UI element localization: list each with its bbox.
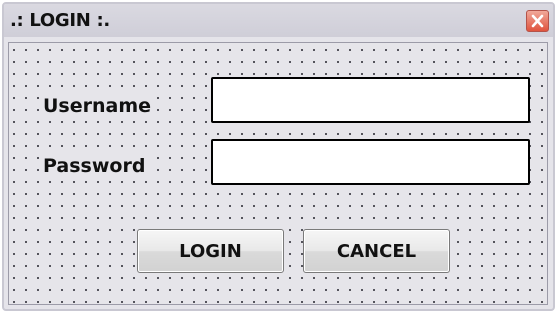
login-button[interactable]: LOGIN (137, 229, 284, 273)
cancel-button[interactable]: CANCEL (303, 229, 450, 273)
close-icon (531, 14, 544, 28)
username-input[interactable] (211, 77, 530, 123)
form-panel: Username Password LOGIN CANCEL (8, 42, 548, 305)
username-label: Username (41, 95, 154, 117)
title-bar[interactable]: .: LOGIN :. (4, 4, 553, 37)
login-dialog: .: LOGIN :. Username Password LOGIN CANC… (2, 2, 555, 311)
password-input[interactable] (211, 139, 530, 185)
close-button[interactable] (526, 10, 549, 32)
password-label: Password (41, 155, 148, 177)
window-title: .: LOGIN :. (10, 10, 110, 31)
